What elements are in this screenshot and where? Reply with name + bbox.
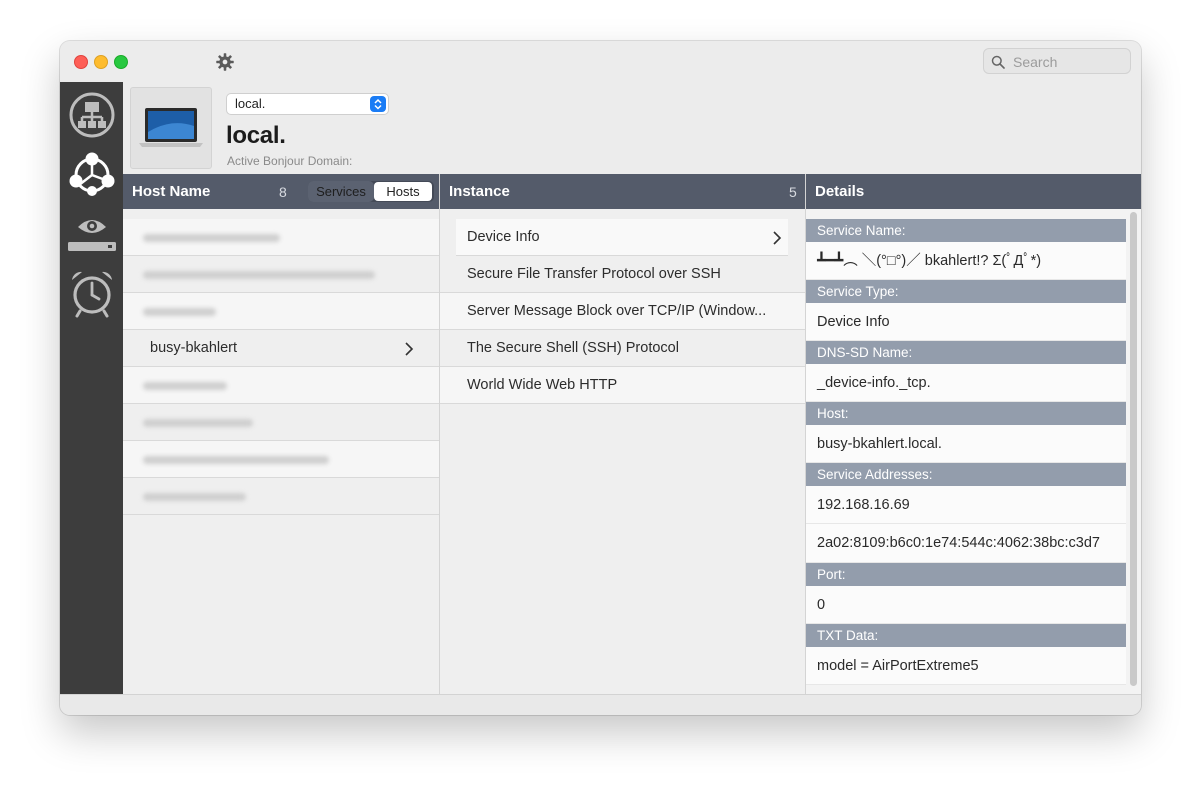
blurred-hostname	[143, 308, 216, 316]
network-icon	[69, 92, 114, 138]
detail-value-port: 0	[806, 586, 1126, 624]
instance-row[interactable]: Secure File Transfer Protocol over SSH	[440, 256, 805, 293]
detail-heading-host: Host:	[806, 402, 1126, 425]
hosts-header: Host Name 8 Services Hosts	[123, 174, 439, 209]
bonjour-icon	[69, 152, 114, 196]
sidebar	[60, 82, 123, 694]
alarm-clock-icon	[71, 271, 112, 318]
blurred-hostname	[143, 419, 253, 427]
chevron-right-icon	[405, 342, 414, 356]
sidebar-item-monitor[interactable]	[65, 204, 118, 258]
title-bar	[60, 41, 1141, 83]
domain-bar: local. local. Active Bonjour Domain:	[123, 82, 1141, 174]
host-row[interactable]	[123, 441, 439, 478]
host-row[interactable]	[123, 219, 439, 256]
domain-title: local.	[226, 122, 286, 149]
toggle-services[interactable]: Services	[308, 181, 374, 202]
instance-name: World Wide Web HTTP	[467, 377, 618, 393]
chevron-right-icon	[773, 231, 782, 245]
host-row[interactable]	[123, 478, 439, 515]
instance-name: Server Message Block over TCP/IP (Window…	[467, 303, 767, 319]
detail-heading-txt-data: TXT Data:	[806, 624, 1126, 647]
hosts-header-title: Host Name	[132, 183, 211, 200]
detail-heading-service-type: Service Type:	[806, 280, 1126, 303]
instance-name: Secure File Transfer Protocol over SSH	[467, 266, 721, 282]
device-image	[130, 87, 212, 169]
sidebar-item-network[interactable]	[65, 88, 118, 142]
host-row[interactable]	[123, 367, 439, 404]
detail-value-dns-sd-name: _device-info._tcp.	[806, 364, 1126, 402]
host-row[interactable]	[123, 404, 439, 441]
instances-list: Device Info Secure File Transfer Protoco…	[440, 219, 805, 404]
instance-row[interactable]: World Wide Web HTTP	[440, 367, 805, 404]
domain-caption: Active Bonjour Domain:	[227, 154, 353, 168]
details-pane: Details Service Name: ┻━┻︵ ＼(°□°)／ bkahl…	[806, 174, 1141, 694]
instances-header-title: Instance	[449, 183, 510, 200]
status-bar	[60, 694, 1141, 715]
host-name: busy-bkahlert	[150, 340, 238, 356]
detail-value-ipv6: 2a02:8109:b6c0:1e74:544c:4062:38bc:c3d7	[806, 524, 1126, 563]
hosts-list: busy-bkahlert	[123, 219, 439, 515]
host-row-selected[interactable]: busy-bkahlert	[123, 330, 439, 367]
instance-name: Device Info	[467, 229, 540, 245]
toggle-hosts[interactable]: Hosts	[374, 182, 432, 201]
details-header-title: Details	[815, 183, 865, 200]
search-field[interactable]	[983, 48, 1131, 74]
domain-select-value: local.	[235, 96, 266, 111]
host-row[interactable]	[123, 293, 439, 330]
zoom-window-button[interactable]	[114, 55, 128, 69]
instances-header: Instance 5	[440, 174, 805, 209]
detail-value-ipv4: 192.168.16.69	[806, 486, 1126, 524]
details-content: Service Name: ┻━┻︵ ＼(°□°)／ bkahlert!? Σ(…	[806, 219, 1126, 685]
app-window: local. local. Active Bonjour Domain: Hos…	[60, 41, 1141, 715]
minimize-window-button[interactable]	[94, 55, 108, 69]
detail-heading-dns-sd-name: DNS-SD Name:	[806, 341, 1126, 364]
instance-row[interactable]: The Secure Shell (SSH) Protocol	[440, 330, 805, 367]
instances-count: 5	[789, 184, 797, 200]
instance-name: The Secure Shell (SSH) Protocol	[467, 340, 679, 356]
host-row[interactable]	[123, 256, 439, 293]
blurred-hostname	[143, 271, 375, 279]
gear-icon[interactable]	[214, 51, 236, 73]
blurred-hostname	[143, 382, 227, 390]
instance-row-selected[interactable]: Device Info	[456, 219, 788, 256]
hosts-pane: Host Name 8 Services Hosts busy-bkahlert	[123, 174, 440, 694]
eye-icon	[67, 220, 116, 251]
close-window-button[interactable]	[74, 55, 88, 69]
chevron-up-down-icon	[370, 96, 386, 112]
details-header: Details	[806, 174, 1141, 209]
domain-select[interactable]: local.	[226, 93, 389, 115]
detail-value-service-type: Device Info	[806, 303, 1126, 341]
laptop-icon	[139, 108, 203, 147]
detail-value-txt-data: model = AirPortExtreme5	[806, 647, 1126, 685]
detail-heading-service-name: Service Name:	[806, 219, 1126, 242]
sidebar-item-bonjour[interactable]	[65, 148, 118, 202]
detail-heading-port: Port:	[806, 563, 1126, 586]
instance-row[interactable]: Server Message Block over TCP/IP (Window…	[440, 293, 805, 330]
blurred-hostname	[143, 234, 280, 242]
detail-value-host: busy-bkahlert.local.	[806, 425, 1126, 463]
search-input[interactable]	[1011, 52, 1127, 72]
hosts-count: 8	[279, 184, 287, 200]
blurred-hostname	[143, 493, 246, 501]
instances-pane: Instance 5 Device Info Secure File Trans…	[440, 174, 806, 694]
search-icon	[991, 55, 1005, 69]
services-hosts-toggle[interactable]: Services Hosts	[308, 181, 434, 202]
detail-heading-service-addresses: Service Addresses:	[806, 463, 1126, 486]
details-scrollbar[interactable]	[1130, 212, 1137, 686]
blurred-hostname	[143, 456, 329, 464]
detail-value-service-name: ┻━┻︵ ＼(°□°)／ bkahlert!? Σ(ﾟДﾟ*)	[806, 242, 1126, 280]
sidebar-item-alarms[interactable]	[65, 266, 118, 320]
